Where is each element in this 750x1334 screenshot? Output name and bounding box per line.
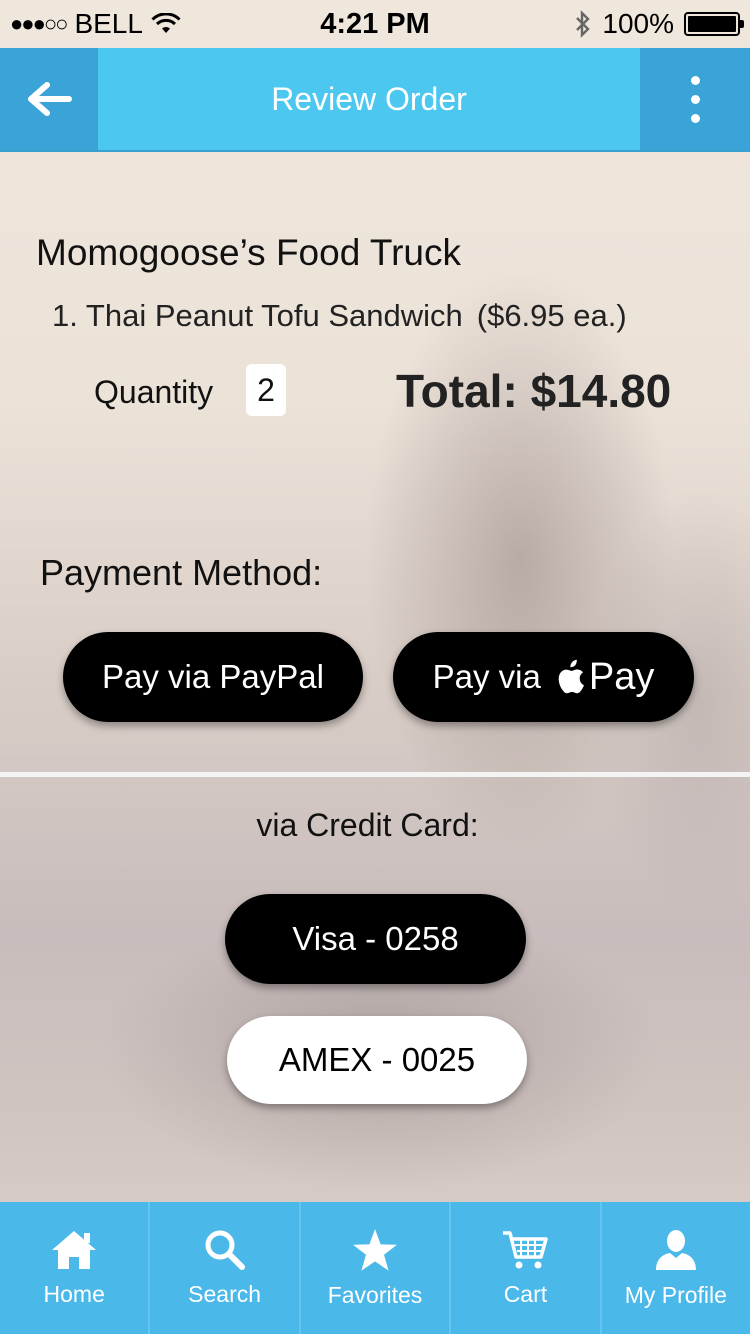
- search-icon: [205, 1230, 245, 1270]
- star-icon: [353, 1228, 398, 1271]
- status-bar: ●●●○○ BELL 4:21 PM 100%: [0, 0, 750, 48]
- tab-cart-label: Cart: [503, 1280, 548, 1307]
- tab-my-profile[interactable]: My Profile: [602, 1202, 750, 1334]
- tab-favorites-label: Favorites: [327, 1281, 423, 1308]
- tab-search-label: Search: [188, 1280, 262, 1307]
- back-button[interactable]: [0, 48, 98, 150]
- pay-via-apple-pay-button[interactable]: Pay via Pay: [393, 632, 694, 722]
- item-unit-price: ($6.95 ea.): [476, 298, 627, 333]
- credit-card-heading: via Credit Card:: [256, 807, 479, 843]
- section-divider: [0, 772, 750, 777]
- quantity-label: Quantity: [94, 374, 214, 410]
- item-name: 1. Thai Peanut Tofu Sandwich: [52, 298, 463, 333]
- more-vertical-icon: [690, 75, 700, 123]
- payment-method-heading: Payment Method:: [40, 552, 323, 593]
- arrow-left-icon: [28, 82, 72, 116]
- status-right: 100%: [574, 8, 744, 40]
- cart-icon: [503, 1230, 549, 1268]
- tab-home-label: Home: [43, 1280, 105, 1307]
- page-title: Review Order: [271, 80, 467, 117]
- amex-card-button[interactable]: AMEX - 0025: [227, 1016, 527, 1104]
- tab-search[interactable]: Search: [150, 1202, 301, 1334]
- battery-icon: [684, 12, 744, 36]
- order-item: 1. Thai Peanut Tofu Sandwich ($6.95 ea.): [52, 298, 627, 334]
- vendor-name: Momogoose’s Food Truck: [36, 232, 462, 273]
- user-icon: [655, 1229, 696, 1270]
- signal-strength: ●●●○○: [10, 11, 68, 36]
- navigation-bar: Review Order: [0, 48, 750, 152]
- carrier-name: BELL: [74, 8, 143, 39]
- bluetooth-icon: [576, 10, 591, 38]
- more-options-button[interactable]: [640, 48, 750, 150]
- quantity-field[interactable]: 2: [246, 364, 286, 416]
- tab-bar: Home Search Favorites Cart My Profile: [0, 1202, 750, 1334]
- tab-my-profile-label: My Profile: [624, 1281, 727, 1308]
- applepay-prefix: Pay via: [432, 658, 541, 695]
- pay-via-paypal-button[interactable]: Pay via PayPal: [63, 632, 363, 722]
- tab-home[interactable]: Home: [0, 1202, 151, 1334]
- order-total: Total: $14.80: [396, 365, 672, 417]
- wifi-icon: [151, 13, 181, 33]
- apple-logo-icon: [555, 659, 585, 695]
- tab-favorites[interactable]: Favorites: [301, 1202, 452, 1334]
- home-icon: [52, 1230, 97, 1269]
- battery-percent: 100%: [602, 8, 674, 39]
- tab-cart[interactable]: Cart: [451, 1202, 602, 1334]
- visa-card-button[interactable]: Visa - 0258: [225, 894, 526, 984]
- status-left: ●●●○○ BELL: [10, 8, 181, 40]
- applepay-word: Pay: [588, 655, 655, 698]
